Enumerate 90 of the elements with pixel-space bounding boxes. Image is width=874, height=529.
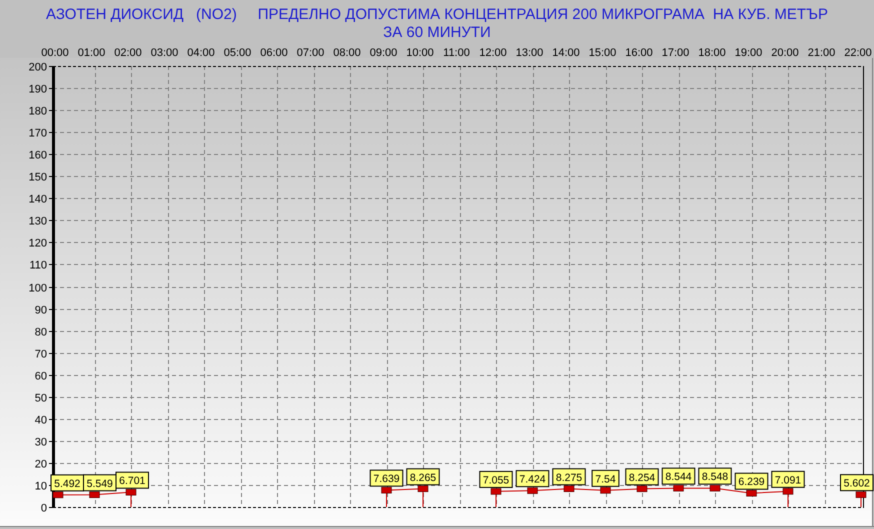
y-tick-label: 120 — [28, 238, 47, 250]
x-tick-label: 10:00 — [406, 47, 434, 59]
x-tick-label: 08:00 — [333, 47, 361, 59]
data-point — [636, 486, 648, 492]
data-label: 8.544 — [662, 468, 696, 485]
data-label: 5.492 — [54, 478, 81, 490]
y-tick-label: 40 — [34, 414, 47, 426]
data-label: 7.091 — [774, 474, 802, 486]
data-label: 6.239 — [734, 472, 768, 490]
y-tick-label: 130 — [28, 216, 47, 228]
data-label: 6.701 — [119, 475, 146, 488]
data-label: 7.424 — [519, 474, 546, 486]
y-tick-label: 190 — [28, 84, 47, 96]
x-tick-label: 04:00 — [187, 47, 215, 59]
data-point — [490, 488, 502, 495]
data-label: 8.548 — [702, 471, 728, 484]
data-label: 7.54 — [595, 473, 616, 486]
x-tick-label: 05:00 — [224, 47, 252, 59]
y-tick-label: 140 — [28, 194, 47, 206]
data-point — [564, 486, 574, 492]
x-tick-label: 12:00 — [479, 47, 507, 59]
y-tick-label: 10 — [34, 480, 47, 492]
data-label: 5.602 — [844, 478, 870, 490]
data-label: 7.639 — [373, 473, 400, 486]
data-label: 7.055 — [482, 474, 510, 486]
data-label: 8.265 — [406, 468, 440, 486]
y-tick-label: 180 — [28, 106, 47, 118]
x-tick-label: 00:00 — [41, 47, 69, 59]
data-point — [381, 486, 392, 494]
x-tick-label: 15:00 — [588, 47, 616, 59]
data-point — [782, 488, 794, 495]
data-label: 8.548 — [698, 468, 732, 485]
x-tick-label: 20:00 — [771, 47, 799, 59]
data-label: 8.265 — [410, 472, 436, 484]
data-point — [418, 486, 428, 492]
data-label: 8.544 — [665, 471, 692, 484]
data-label: 8.254 — [625, 468, 659, 486]
y-tick-label: 60 — [34, 370, 47, 382]
data-label: 7.639 — [370, 470, 404, 487]
y-tick-label: 30 — [34, 436, 47, 448]
chart-title: АЗОТЕН ДИОКСИД (NO2) ПРЕДЕЛНО ДОПУСТИМА КОНЦЕНТРАЦИЯ 200 МИКРОГРАМА НА КУБ. МЕТЪР ЗА 60 МИНУТИ — [45, 6, 829, 42]
x-tick-label: 14:00 — [552, 47, 580, 59]
x-tick-label: 01:00 — [78, 47, 106, 59]
data-point — [673, 484, 684, 492]
x-tick-label: 06:00 — [260, 47, 288, 59]
x-tick-label: 19:00 — [734, 47, 762, 59]
data-point — [89, 492, 100, 498]
x-tick-label: 02:00 — [114, 47, 142, 59]
x-tick-label: 03:00 — [150, 47, 178, 59]
y-tick-label: 110 — [29, 260, 47, 272]
x-tick-label: 21:00 — [808, 47, 836, 59]
data-point — [52, 492, 64, 498]
y-tick-label: 80 — [34, 326, 47, 338]
data-label: 5.492 — [50, 474, 84, 492]
x-tick-label: 18:00 — [698, 47, 726, 59]
data-label: 8.275 — [552, 468, 586, 486]
data-label: 5.549 — [86, 478, 114, 490]
data-point — [856, 491, 866, 498]
x-tick-label: 22:00 — [844, 47, 872, 59]
data-label: 7.54 — [592, 470, 620, 487]
data-label: 5.602 — [840, 474, 874, 492]
y-tick-label: 200 — [28, 62, 47, 74]
y-tick-label: 0 — [40, 502, 47, 514]
y-tick-label: 90 — [34, 304, 47, 316]
data-label: 8.275 — [556, 472, 582, 484]
data-label: 7.424 — [516, 470, 550, 488]
x-tick-label: 13:00 — [516, 47, 544, 59]
data-point — [600, 487, 611, 494]
data-point — [126, 488, 136, 496]
data-point — [527, 487, 538, 494]
y-tick-label: 20 — [34, 458, 47, 470]
data-label: 5.549 — [83, 474, 116, 492]
x-tick-label: 16:00 — [625, 47, 653, 59]
data-label: 7.055 — [479, 470, 513, 488]
y-tick-label: 70 — [34, 348, 47, 360]
y-tick-label: 100 — [28, 282, 47, 294]
data-label: 8.254 — [628, 472, 656, 484]
data-point — [746, 490, 757, 496]
data-label: 7.091 — [771, 470, 805, 488]
y-tick-label: 160 — [28, 150, 47, 162]
data-point — [710, 484, 720, 492]
data-label: 6.239 — [738, 476, 765, 488]
x-tick-label: 11:00 — [443, 47, 470, 59]
x-tick-label: 07:00 — [296, 47, 324, 59]
x-tick-label: 09:00 — [370, 47, 398, 59]
y-tick-label: 150 — [28, 172, 47, 184]
y-tick-label: 50 — [34, 392, 47, 404]
x-tick-label: 17:00 — [662, 47, 690, 59]
y-tick-label: 170 — [28, 128, 47, 140]
data-label: 6.701 — [116, 472, 149, 489]
